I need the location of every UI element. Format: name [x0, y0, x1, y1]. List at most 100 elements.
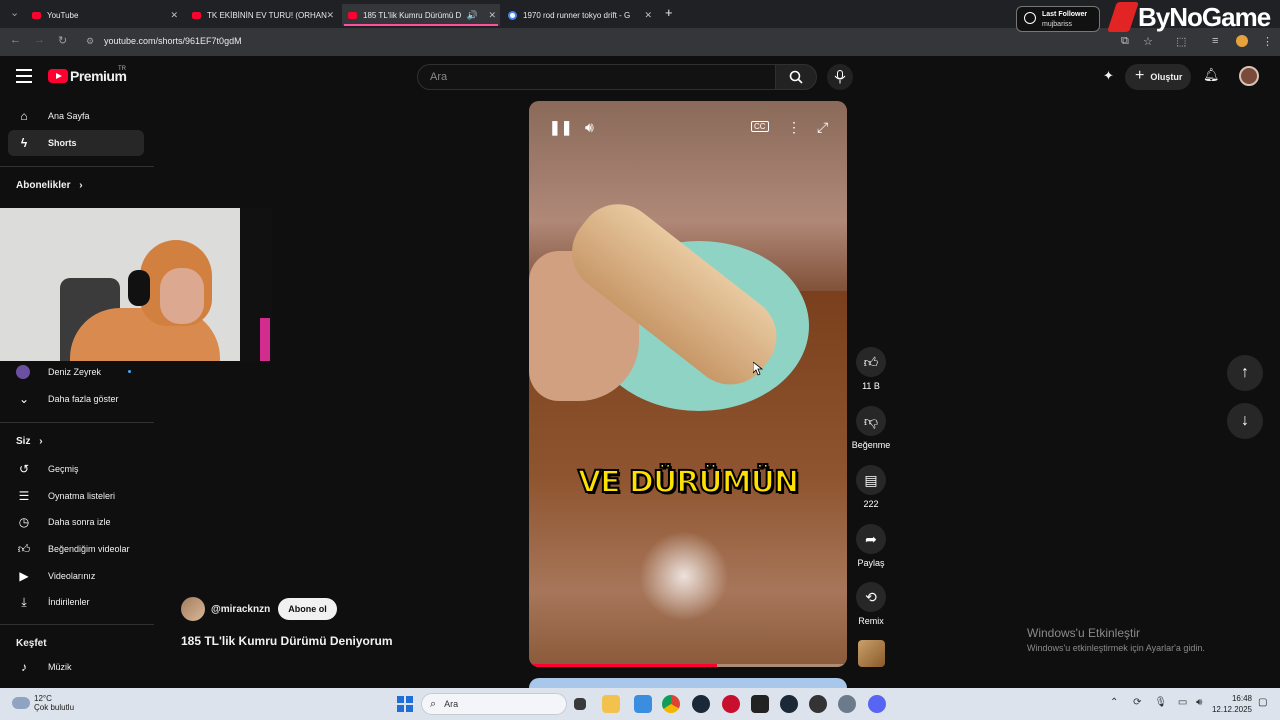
sidebar-item-watch-later[interactable]: ◷ Daha sonra izle — [8, 509, 144, 535]
task-view-icon[interactable] — [574, 698, 586, 710]
sidebar-item-deniz-zeyrek[interactable]: Deniz Zeyrek — [8, 359, 144, 385]
tab-ev-turu[interactable]: TK EKİBİNİN EV TURU! (ORHAN ✕ — [186, 4, 338, 26]
channel-avatar[interactable] — [181, 597, 205, 621]
avatar[interactable] — [1239, 66, 1259, 86]
more-options-icon[interactable]: ⋮ — [787, 119, 801, 136]
hamburger-menu-icon[interactable] — [16, 69, 32, 83]
subscriptions-heading[interactable]: Abonelikler › — [16, 180, 83, 191]
video-title[interactable]: 185 TL'lik Kumru Dürümü Deniyorum — [181, 634, 393, 648]
search-button[interactable] — [775, 64, 817, 90]
pause-icon[interactable]: ❚❚ — [549, 119, 572, 136]
chrome-menu-icon[interactable]: ⋮ — [1262, 35, 1273, 48]
notifications-bell-icon[interactable]: 🔔︎ — [1203, 67, 1220, 83]
tab-rod-runner[interactable]: 1970 rod runner tokyo drift - G ✕ — [502, 4, 656, 26]
playlists-icon: ☰ — [18, 489, 30, 503]
last-follower-widget: Last Follower mujbariss — [1016, 6, 1100, 32]
close-icon[interactable]: ✕ — [488, 10, 496, 21]
webcam-light — [260, 318, 270, 361]
reload-icon[interactable]: ↻ — [58, 34, 67, 47]
sidebar-item-label: İndirilenler — [48, 597, 90, 607]
share-button[interactable]: ➦ Paylaş — [851, 524, 891, 568]
shorts-player[interactable]: VE DÜRÜMÜN ❚❚ 🔊︎ CC ⋮ ⤢ — [529, 101, 847, 667]
install-icon[interactable]: ⧉ — [1121, 35, 1129, 48]
sidebar-item-your-videos[interactable]: ▶ Videolarınız — [8, 563, 144, 589]
sync-icon[interactable]: ⟳ — [1133, 697, 1141, 708]
epic-games-icon[interactable] — [751, 695, 769, 713]
tab-list-icon[interactable]: ⌄ — [10, 6, 19, 19]
discord-icon[interactable] — [868, 695, 886, 713]
steam-icon[interactable] — [692, 695, 710, 713]
extensions-icon[interactable]: ⬚ — [1176, 35, 1186, 48]
forward-icon[interactable]: → — [34, 34, 45, 46]
previous-short-button[interactable]: ↑ — [1227, 355, 1263, 391]
sidebar-item-home[interactable]: ⌂ Ana Sayfa — [8, 103, 144, 129]
network-icon[interactable]: ▭ — [1178, 697, 1187, 708]
sound-thumbnail[interactable] — [858, 640, 885, 667]
voice-search-button[interactable] — [827, 64, 853, 90]
shorts-icon: ϟ — [20, 136, 28, 150]
remix-button[interactable]: ⟲ Remix — [851, 582, 891, 626]
bookmark-star-icon[interactable]: ☆ — [1143, 35, 1153, 48]
you-heading-label: Siz — [16, 436, 31, 447]
store-icon[interactable] — [634, 695, 652, 713]
you-heading[interactable]: Siz › — [16, 436, 43, 447]
subscribe-button[interactable]: Abone ol — [278, 598, 337, 620]
channel-name[interactable]: @miracknzn — [211, 604, 270, 615]
sidebar-item-label: Oynatma listeleri — [48, 491, 116, 501]
thumbs-up-icon: 👍︎ — [17, 541, 31, 556]
create-label: Oluştur — [1150, 72, 1183, 82]
search-input[interactable] — [430, 71, 730, 83]
like-button[interactable]: 👍︎ 11 B — [851, 347, 891, 391]
taskbar-search[interactable]: ⌕ Ara — [421, 693, 567, 715]
sidebar-item-history[interactable]: ↺ Geçmiş — [8, 456, 144, 482]
next-short-preview[interactable] — [529, 678, 847, 688]
media-control-icon[interactable]: ≡ — [1212, 35, 1218, 47]
volume-icon[interactable]: 🔊︎ — [585, 119, 594, 136]
chrome-icon[interactable] — [662, 695, 680, 713]
tab-kumru-durumu[interactable]: 185 TL'lik Kumru Dürümü D 🔊 ✕ — [342, 4, 500, 26]
steam-icon[interactable] — [780, 695, 798, 713]
notifications-icon[interactable]: ▢ — [1258, 697, 1267, 708]
windows-start-icon[interactable] — [397, 696, 413, 712]
close-icon[interactable]: ✕ — [170, 10, 178, 21]
site-info-icon[interactable]: ⚙ — [86, 36, 94, 47]
sidebar-item-shorts[interactable]: ϟ Shorts — [8, 130, 144, 156]
url-field[interactable]: youtube.com/shorts/961EF7t0gdM — [104, 36, 242, 46]
captions-icon[interactable]: CC — [751, 121, 769, 132]
last-follower-label: Last Follower — [1042, 11, 1088, 18]
new-tab-icon[interactable]: + — [665, 5, 673, 20]
comments-button[interactable]: ▤ 222 — [851, 465, 891, 509]
file-explorer-icon[interactable] — [602, 695, 620, 713]
weather-widget[interactable]: 12°C Çok bulutlu — [12, 694, 74, 712]
progress-bar[interactable] — [529, 664, 847, 667]
audio-playing-icon[interactable]: 🔊 — [467, 10, 478, 21]
settings-gear-icon[interactable] — [838, 695, 856, 713]
like-count: 11 B — [862, 381, 880, 391]
close-icon[interactable]: ✕ — [644, 10, 652, 21]
tab-title: 185 TL'lik Kumru Dürümü D — [363, 10, 462, 20]
sidebar-item-downloads[interactable]: ⤓ İndirilenler — [8, 589, 144, 615]
back-icon[interactable]: ← — [10, 34, 21, 46]
show-more-button[interactable]: ⌄ Daha fazla göster — [8, 386, 144, 412]
dislike-button[interactable]: 👎︎ Beğenme — [851, 406, 891, 450]
sidebar-item-liked-videos[interactable]: 👍︎ Beğendiğim videolar — [8, 536, 144, 562]
fullscreen-icon[interactable]: ⤢ — [817, 119, 828, 136]
gemini-sparkle-icon[interactable]: ✦ — [1103, 68, 1114, 84]
browser-address-bar: ← → ↻ ⚙ youtube.com/shorts/961EF7t0gdM ⧉… — [0, 28, 1280, 56]
profile-icon[interactable] — [1236, 35, 1248, 47]
sidebar-item-music[interactable]: ♪ Müzik — [8, 654, 144, 680]
divider — [0, 422, 154, 423]
sidebar-item-playlists[interactable]: ☰ Oynatma listeleri — [8, 483, 144, 509]
speaker-icon[interactable]: 🔊︎ — [1196, 697, 1202, 708]
youtube-logo[interactable]: Premium TR — [48, 66, 127, 84]
microphone-icon[interactable]: 🎙︎ — [1154, 697, 1167, 708]
chevron-up-icon[interactable]: ⌃ — [1110, 697, 1118, 708]
tab-youtube[interactable]: YouTube ✕ — [26, 4, 182, 26]
next-short-button[interactable]: ↓ — [1227, 403, 1263, 439]
system-clock[interactable]: 16:48 12.12.2025 — [1210, 693, 1252, 715]
close-icon[interactable]: ✕ — [326, 10, 334, 21]
create-button[interactable]: + Oluştur — [1125, 64, 1191, 90]
app-red-icon[interactable] — [722, 695, 740, 713]
app-dark-icon[interactable] — [809, 695, 827, 713]
clock-icon: ◷ — [18, 515, 30, 529]
